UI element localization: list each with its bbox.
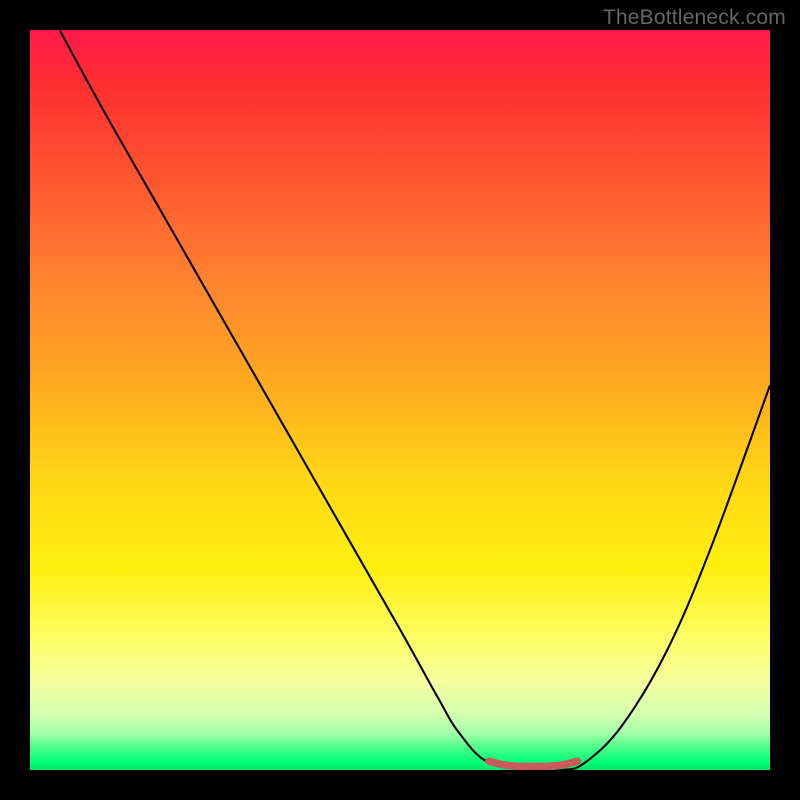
watermark-text: TheBottleneck.com xyxy=(603,6,786,30)
chart-plot-area xyxy=(30,30,770,770)
chart-svg xyxy=(30,30,770,770)
optimal-range-marker xyxy=(489,761,578,766)
bottleneck-curve xyxy=(60,30,770,770)
